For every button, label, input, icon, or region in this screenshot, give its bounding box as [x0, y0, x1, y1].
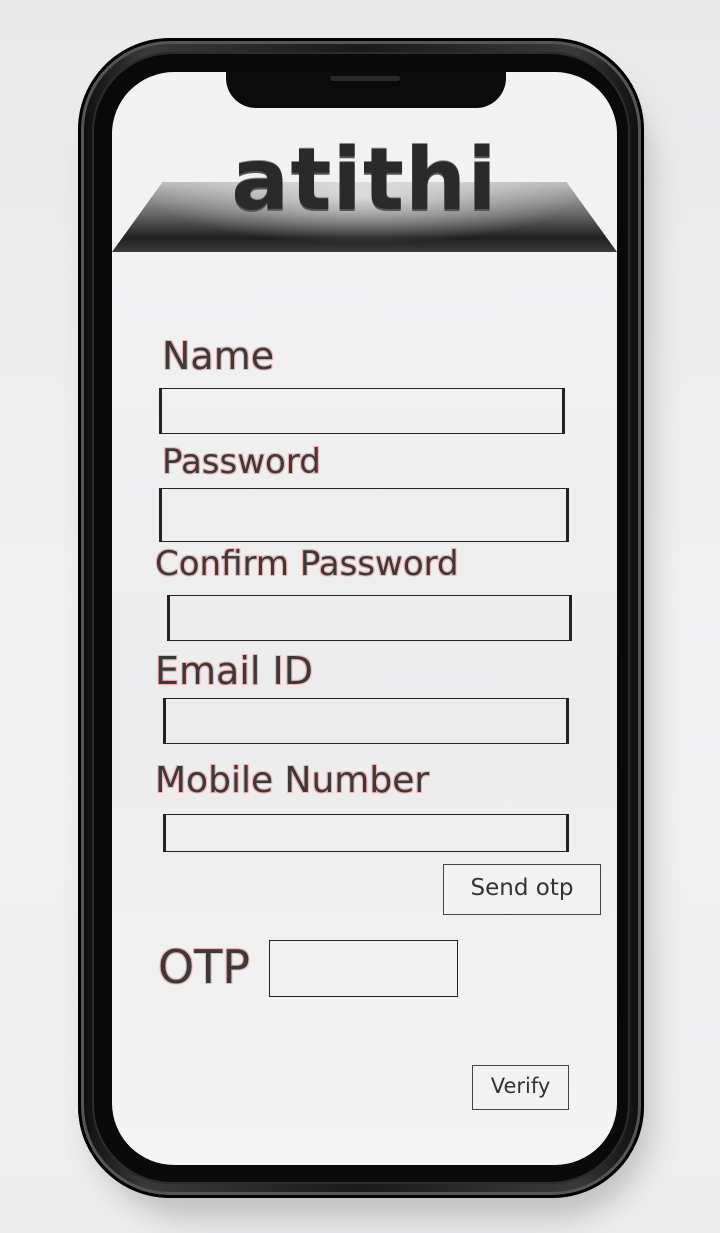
phone-screen: atithi Name Password Confirm Password Em…	[112, 72, 617, 1165]
otp-label: OTP	[158, 940, 251, 994]
app-logo: atithi	[231, 130, 498, 230]
password-field[interactable]	[159, 488, 569, 542]
confirm-password-label: Confirm Password	[155, 544, 459, 584]
otp-field[interactable]	[269, 940, 458, 997]
name-label: Name	[162, 334, 275, 378]
password-label: Password	[162, 442, 321, 482]
verify-button[interactable]: Verify	[472, 1065, 569, 1110]
notch-speaker-icon	[330, 76, 400, 81]
mobile-label: Mobile Number	[155, 760, 430, 801]
mobile-field[interactable]	[163, 814, 569, 852]
send-otp-button[interactable]: Send otp	[443, 864, 601, 915]
email-label: Email ID	[155, 649, 313, 693]
phone-notch	[226, 72, 506, 108]
name-field[interactable]	[159, 388, 565, 434]
confirm-password-field[interactable]	[167, 595, 572, 641]
email-field[interactable]	[163, 698, 569, 744]
